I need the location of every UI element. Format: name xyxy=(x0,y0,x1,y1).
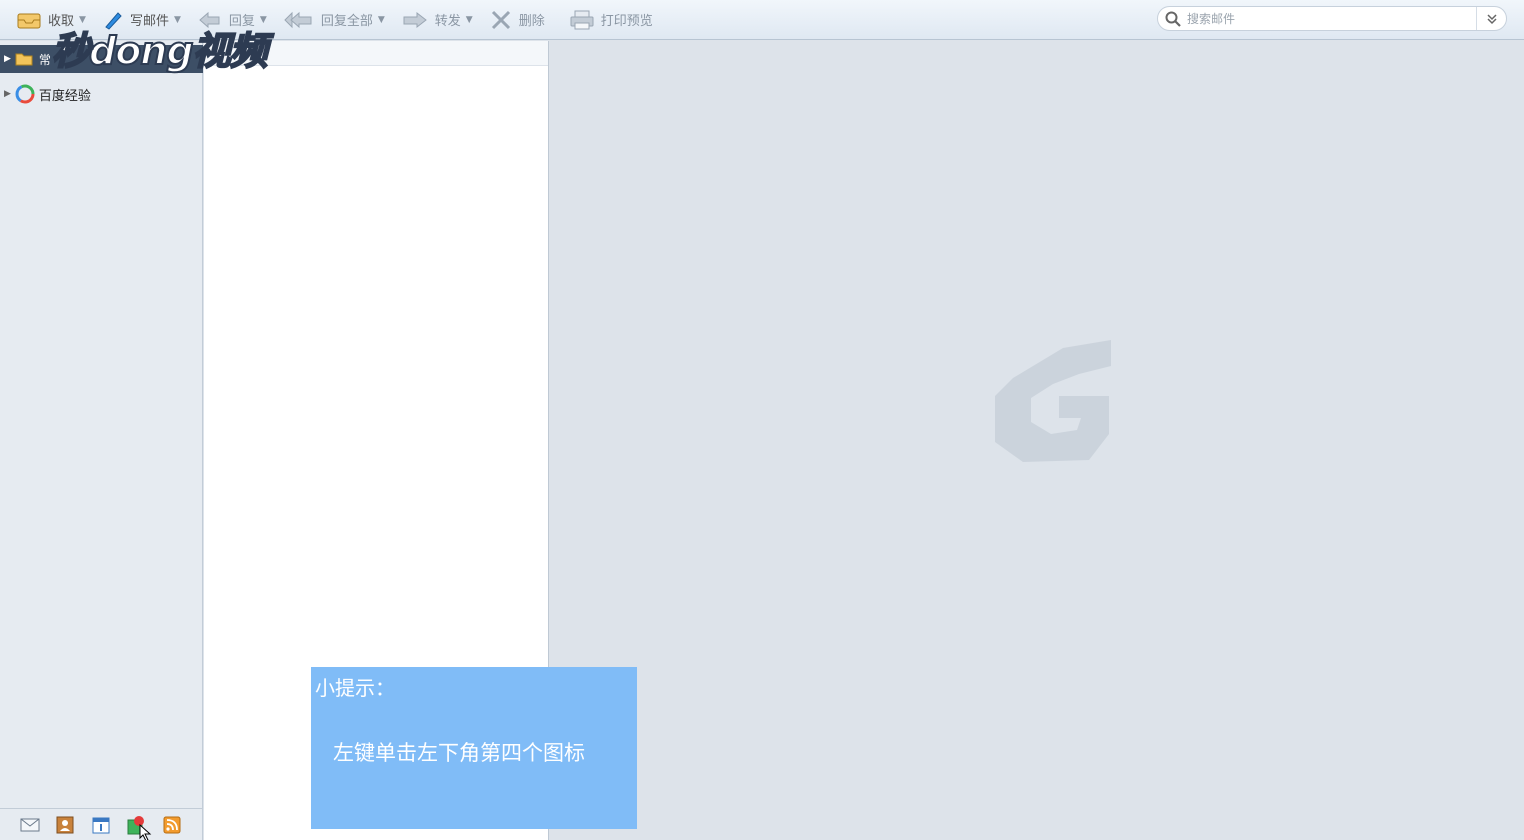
app-center-module-button[interactable] xyxy=(127,815,151,840)
rss-icon xyxy=(163,816,181,833)
search-input[interactable] xyxy=(1181,7,1476,30)
mail-icon xyxy=(20,818,40,831)
forward-label: 转发 xyxy=(434,14,461,29)
delete-icon xyxy=(491,10,510,29)
expand-arrow-icon[interactable]: ▶ xyxy=(4,54,11,64)
search-box xyxy=(1157,6,1507,31)
folder-sidebar: ▶ 常 ▶ 百度经验 xyxy=(0,41,203,808)
mail-module-button[interactable] xyxy=(20,816,40,834)
sidebar-item-baidu-jingyan[interactable]: ▶ 百度经验 xyxy=(0,83,203,105)
baidu-logo-icon xyxy=(15,84,35,104)
forward-button[interactable]: 转发 ▼ xyxy=(393,5,481,35)
mouse-cursor-icon xyxy=(139,823,151,840)
foxmail-logo-icon xyxy=(995,340,1111,462)
contacts-module-button[interactable] xyxy=(55,816,75,834)
contacts-icon xyxy=(56,816,74,833)
forward-icon xyxy=(403,11,427,28)
chevron-down-icon[interactable]: ▼ xyxy=(378,15,385,25)
sidebar-item-label: 百度经验 xyxy=(38,88,91,104)
double-chevron-down-icon xyxy=(1486,13,1497,24)
print-preview-button[interactable]: 打印预览 xyxy=(561,5,661,35)
search-icon xyxy=(1165,11,1181,27)
reply-all-button[interactable]: 回复全部 ▼ xyxy=(275,5,393,35)
inbox-icon xyxy=(17,13,41,28)
video-watermark-logo: 秒dong视频 xyxy=(51,28,269,74)
search-options-button[interactable] xyxy=(1476,7,1506,30)
tip-body: 左键单击左下角第四个图标 xyxy=(333,741,585,765)
tip-box: 小提示： 左键单击左下角第四个图标 xyxy=(311,667,637,829)
tip-title: 小提示： xyxy=(315,676,395,700)
reply-all-label: 回复全部 xyxy=(320,14,373,29)
print-preview-label: 打印预览 xyxy=(600,14,653,29)
module-switcher-bar xyxy=(0,808,203,840)
rss-module-button[interactable] xyxy=(162,816,182,834)
preview-pane xyxy=(550,41,1524,840)
calendar-module-button[interactable] xyxy=(91,816,111,834)
delete-button[interactable]: 删除 xyxy=(481,5,553,35)
printer-icon xyxy=(570,10,594,29)
expand-arrow-icon[interactable]: ▶ xyxy=(4,89,11,99)
reply-all-icon xyxy=(284,11,312,28)
calendar-icon xyxy=(92,817,110,833)
account-label: 常 xyxy=(38,52,51,67)
delete-label: 删除 xyxy=(518,14,545,29)
chevron-down-icon[interactable]: ▼ xyxy=(466,15,473,25)
folder-icon xyxy=(15,53,33,66)
